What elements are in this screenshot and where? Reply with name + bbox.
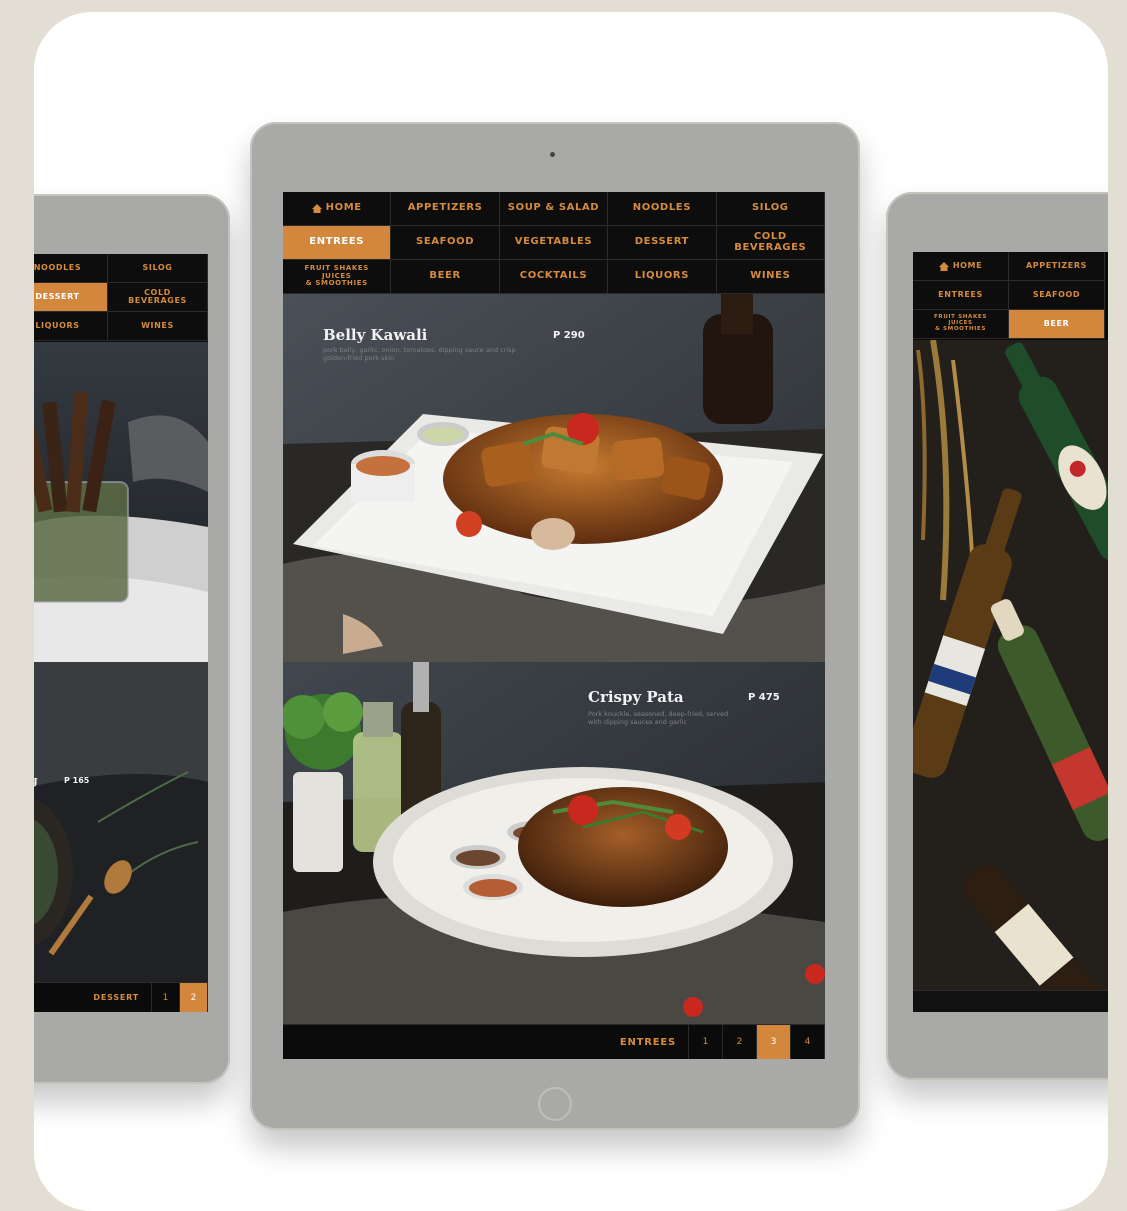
left-nav-dessert[interactable]: DESSERT	[34, 283, 108, 312]
left-dessert-photo	[34, 342, 208, 662]
nav-label: BEER	[429, 270, 461, 282]
left-nav-cold-beverages[interactable]: COLD BEVERAGES	[108, 283, 208, 312]
left-tablet: NOODLES SILOG DESSERT COLD BEVERAGES LIQUORS…	[34, 194, 230, 1084]
nav-label: LIQUORS	[634, 270, 690, 282]
center-screen: HOME APPETIZERS SOUP & SALAD NOODLES SILOG EN…	[283, 192, 825, 1059]
center-nav-liquors[interactable]: LIQUORS	[608, 260, 717, 294]
nav-label: DESSERT	[634, 236, 689, 248]
center-nav-cocktails[interactable]: COCKTAILS	[499, 260, 609, 294]
left-item-name: ding	[34, 774, 38, 787]
center-nav-entrees[interactable]: ENTREES	[283, 226, 392, 260]
front-camera	[550, 152, 555, 157]
left-page-button-1[interactable]: 1	[152, 983, 180, 1012]
right-nav-appetizers[interactable]: APPETIZERS	[1009, 252, 1105, 281]
pudding-image	[34, 662, 208, 982]
home-icon	[938, 261, 949, 271]
left-nav-wines[interactable]: WINES	[108, 312, 208, 341]
nav-label: COLD BEVERAGES	[734, 231, 807, 253]
nav-label: SOUP & SALAD	[507, 202, 600, 214]
center-nav-appetizers[interactable]: APPETIZERS	[391, 192, 500, 226]
center-nav-soup-salad[interactable]: SOUP & SALAD	[499, 192, 609, 226]
crispy-pata-description: Pork knuckle, seasoned, deep-fried, serv…	[588, 710, 729, 726]
nav-label: ENTREES	[938, 289, 983, 299]
left-pager-category: DESSERT	[93, 983, 152, 1012]
center-page-button-4[interactable]: 4	[791, 1025, 825, 1059]
left-nav-noodles[interactable]: NOODLES	[34, 254, 108, 283]
nav-label: APPETIZERS	[407, 202, 483, 214]
right-nav-home[interactable]: HOME	[913, 252, 1009, 281]
center-nav-cold-beverages[interactable]: COLD BEVERAGES	[716, 226, 825, 260]
nav-label: FRUIT SHAKES JUICES & SMOOTHIES	[304, 264, 369, 288]
nav-label: LIQUORS	[35, 320, 80, 330]
dessert-image	[34, 342, 208, 662]
belly-kawali-name: Belly Kawali	[323, 326, 428, 344]
crispy-pata-name: Crispy Pata	[588, 688, 684, 706]
belly-kawali-photo[interactable]: Belly Kawali P 290 pork belly, garlic, o…	[283, 294, 825, 662]
center-nav-beer[interactable]: BEER	[391, 260, 500, 294]
center-nav-wines[interactable]: WINES	[716, 260, 825, 294]
home-button[interactable]	[538, 1087, 572, 1121]
crispy-pata-image	[283, 662, 825, 1024]
center-page-button-3[interactable]: 3	[757, 1025, 791, 1059]
right-nav-beer[interactable]: BEER	[1009, 310, 1105, 339]
left-nav-liquors[interactable]: LIQUORS	[34, 312, 108, 341]
left-screen: NOODLES SILOG DESSERT COLD BEVERAGES LIQUORS…	[34, 254, 208, 1012]
center-category-nav: HOME APPETIZERS SOUP & SALAD NOODLES SILOG EN…	[283, 192, 825, 294]
nav-label: COCKTAILS	[519, 270, 588, 282]
nav-label: VEGETABLES	[514, 236, 593, 248]
showcase-card: NOODLES SILOG DESSERT COLD BEVERAGES LIQUORS…	[34, 12, 1108, 1211]
nav-label: APPETIZERS	[1025, 260, 1087, 270]
nav-label: NOODLES	[34, 262, 82, 272]
left-pager: DESSERT 1 2	[34, 982, 208, 1012]
right-nav-seafood[interactable]: SEAFOOD	[1009, 281, 1105, 310]
belly-kawali-price: P 290	[553, 330, 585, 341]
nav-label: DESSERT	[35, 291, 80, 301]
nav-label: SEAFOOD	[1032, 289, 1081, 299]
nav-label: SEAFOOD	[416, 236, 475, 248]
crispy-pata-price: P 475	[748, 692, 780, 703]
nav-label: HOME	[952, 260, 983, 270]
center-nav-home[interactable]: HOME	[283, 192, 392, 226]
center-page-button-2[interactable]: 2	[723, 1025, 757, 1059]
nav-label: HOME	[325, 202, 362, 214]
center-tablet: HOME APPETIZERS SOUP & SALAD NOODLES SILOG EN…	[250, 122, 860, 1130]
belly-kawali-description: pork belly, garlic, onion, tomatoes, dip…	[323, 346, 516, 362]
center-nav-dessert[interactable]: DESSERT	[608, 226, 717, 260]
nav-label: BEER	[1043, 318, 1070, 328]
nav-label: COLD BEVERAGES	[128, 287, 187, 305]
center-nav-silog[interactable]: SILOG	[716, 192, 825, 226]
right-footer-bar	[913, 990, 1108, 1012]
center-nav-noodles[interactable]: NOODLES	[608, 192, 717, 226]
center-nav-vegetables[interactable]: VEGETABLES	[499, 226, 609, 260]
nav-label: WINES	[750, 270, 791, 282]
center-nav-seafood[interactable]: SEAFOOD	[391, 226, 500, 260]
nav-label: FRUIT SHAKES JUICES & SMOOTHIES	[934, 314, 987, 332]
left-item-price: P 165	[64, 776, 90, 785]
left-category-nav: NOODLES SILOG DESSERT COLD BEVERAGES LIQUORS…	[34, 254, 208, 341]
crispy-pata-photo[interactable]: Crispy Pata P 475 Pork knuckle, seasoned…	[283, 662, 825, 1024]
nav-label: WINES	[141, 320, 174, 330]
center-pager: ENTREES 1 2 3 4	[283, 1024, 825, 1059]
right-tablet: HOME APPETIZERS ENTREES SEAFOOD FRUIT SHAKES…	[886, 192, 1108, 1080]
beer-image	[913, 340, 1108, 990]
nav-label: ENTREES	[309, 236, 365, 248]
left-second-photo	[34, 662, 208, 982]
center-page-button-1[interactable]: 1	[689, 1025, 723, 1059]
center-pager-category: ENTREES	[620, 1025, 689, 1059]
right-screen: HOME APPETIZERS ENTREES SEAFOOD FRUIT SHAKES…	[913, 252, 1108, 1012]
beer-photo	[913, 340, 1108, 990]
left-nav-silog[interactable]: SILOG	[108, 254, 208, 283]
right-nav-entrees[interactable]: ENTREES	[913, 281, 1009, 310]
right-nav-fruit-shakes-juices-smoothies[interactable]: FRUIT SHAKES JUICES & SMOOTHIES	[913, 310, 1009, 339]
home-icon	[311, 204, 322, 213]
left-page-button-2[interactable]: 2	[180, 983, 208, 1012]
center-nav-fruit-shakes-juices-smoothies[interactable]: FRUIT SHAKES JUICES & SMOOTHIES	[283, 260, 392, 294]
right-category-nav: HOME APPETIZERS ENTREES SEAFOOD FRUIT SHAKES…	[913, 252, 1108, 339]
nav-label: SILOG	[142, 262, 173, 272]
nav-label: SILOG	[751, 202, 789, 214]
nav-label: NOODLES	[632, 202, 692, 214]
